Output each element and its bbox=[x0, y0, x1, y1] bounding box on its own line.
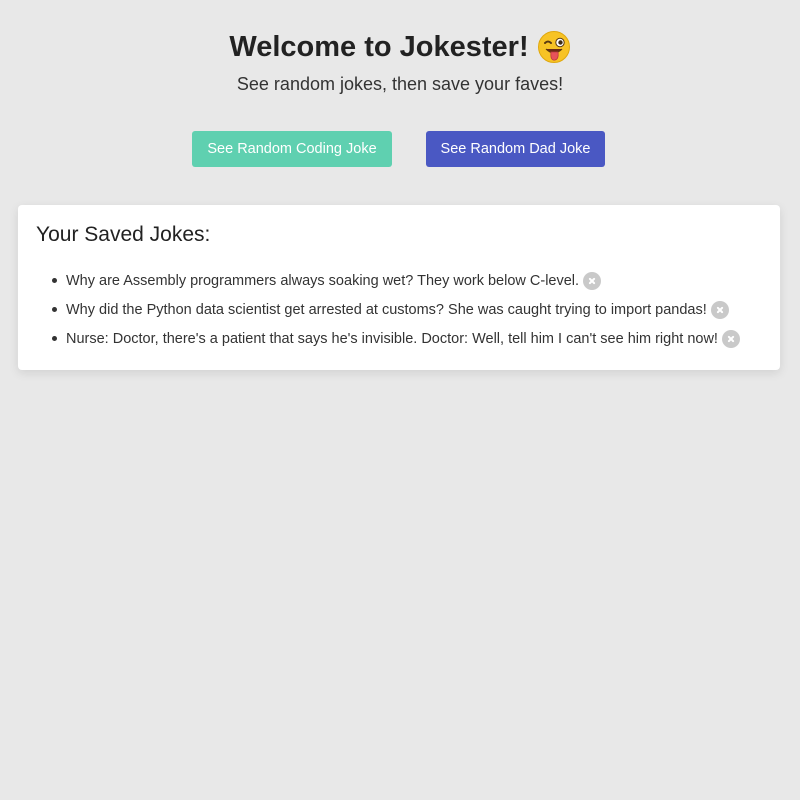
joke-text: Why did the Python data scientist get ar… bbox=[66, 301, 707, 318]
saved-jokes-list: Why are Assembly programmers always soak… bbox=[36, 266, 762, 353]
list-item: Nurse: Doctor, there's a patient that sa… bbox=[52, 324, 762, 353]
list-item: Why did the Python data scientist get ar… bbox=[52, 295, 762, 324]
list-item: Why are Assembly programmers always soak… bbox=[52, 266, 762, 295]
joke-text: Why are Assembly programmers always soak… bbox=[66, 272, 580, 289]
bullet-icon bbox=[52, 278, 57, 283]
bullet-icon bbox=[52, 307, 57, 312]
bullet-icon bbox=[52, 336, 57, 341]
random-coding-joke-button[interactable]: See Random Coding Joke bbox=[192, 131, 392, 167]
page-title: Welcome to Jokester! bbox=[229, 30, 529, 63]
page-title-wrapper: Welcome to Jokester! bbox=[229, 30, 570, 64]
saved-jokes-title: Your Saved Jokes: bbox=[36, 223, 211, 246]
page-header: Welcome to Jokester! See random jokes, t… bbox=[0, 30, 800, 95]
close-circle-icon[interactable] bbox=[583, 271, 602, 290]
close-circle-icon[interactable] bbox=[710, 300, 729, 319]
random-dad-joke-button[interactable]: See Random Dad Joke bbox=[426, 131, 605, 167]
close-circle-icon[interactable] bbox=[721, 329, 740, 348]
saved-jokes-card: Your Saved Jokes: Why are Assembly progr… bbox=[18, 205, 780, 370]
joke-text: Nurse: Doctor, there's a patient that sa… bbox=[66, 330, 718, 347]
winking-face-with-tongue-icon bbox=[537, 30, 571, 64]
page-subtitle: See random jokes, then save your faves! bbox=[236, 74, 564, 94]
